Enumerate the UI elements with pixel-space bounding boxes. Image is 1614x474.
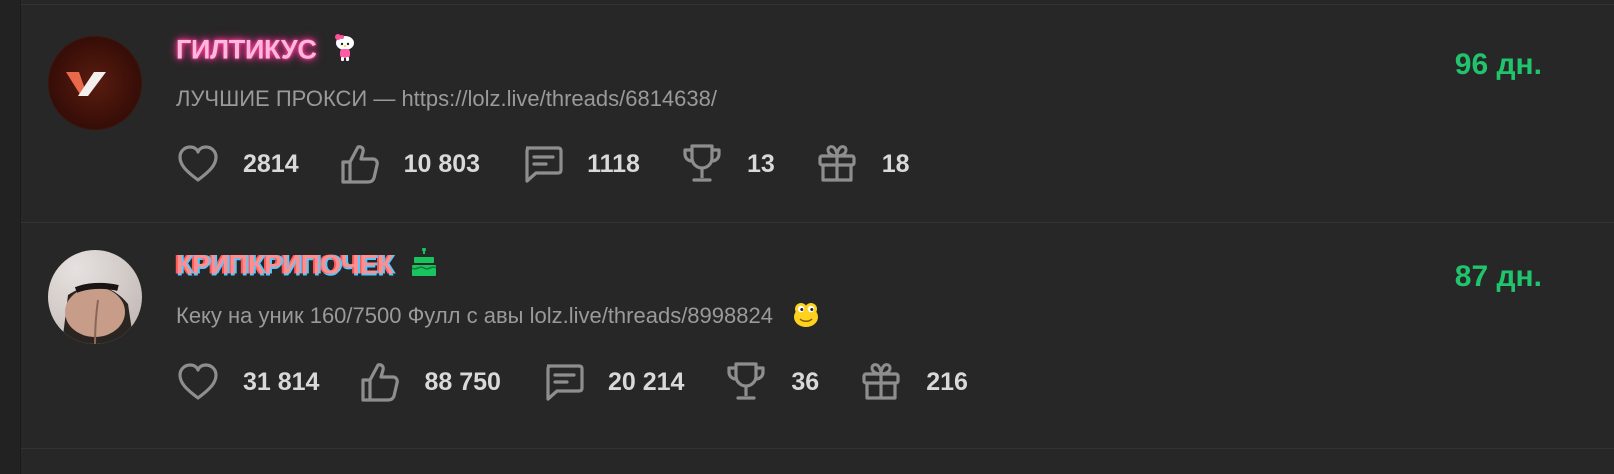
cake-icon [411, 247, 437, 285]
avatar-logo [66, 72, 106, 96]
list-item[interactable]: КРИПКРИПОЧЕК Кеку на уник 160/7500 Фулл … [21, 226, 1614, 448]
days-count: 87 дн. [1454, 260, 1542, 293]
stats-bar: 2814 10 803 1118 13 18 [176, 139, 950, 189]
stat-gifts[interactable]: 18 [815, 142, 910, 186]
thumbs-count: 88 750 [424, 367, 501, 396]
stat-messages[interactable]: 1118 [520, 142, 640, 186]
trophies-count: 13 [746, 149, 775, 178]
likes-count: 2814 [243, 149, 299, 178]
hello-kitty-icon [334, 34, 356, 69]
gift-icon [862, 363, 900, 400]
stat-likes[interactable]: 31 814 [176, 362, 319, 402]
username[interactable]: ГИЛТИКУС [176, 34, 356, 69]
member-list: ГИЛТИКУС ЛУЧШИЕ ПРОКСИ — https://lolz.li… [20, 0, 1614, 474]
trophies-count: 36 [791, 367, 820, 396]
avatar-photo [62, 282, 134, 344]
gifts-count: 18 [881, 149, 910, 178]
gifts-count: 216 [926, 367, 968, 396]
messages-count: 1118 [587, 149, 640, 178]
avatar[interactable] [48, 36, 142, 130]
members-page: ГИЛТИКУС ЛУЧШИЕ ПРОКСИ — https://lolz.li… [0, 0, 1614, 474]
divider [21, 448, 1614, 449]
stat-trophies[interactable]: 13 [680, 142, 775, 186]
message-icon [525, 146, 563, 183]
gift-icon [818, 145, 856, 182]
stats-bar: 31 814 88 750 20 214 36 216 [176, 357, 1008, 407]
days-count: 96 дн. [1454, 48, 1542, 81]
heart-icon [178, 145, 218, 182]
thumbs-count: 10 803 [403, 149, 481, 178]
stat-thumbs[interactable]: 10 803 [339, 142, 480, 186]
stat-trophies[interactable]: 36 [724, 360, 819, 404]
divider [21, 222, 1614, 223]
trophy-icon [727, 362, 766, 400]
yellow-blob-emoji [791, 299, 821, 335]
likes-count: 31 814 [243, 367, 320, 396]
status-text: ЛУЧШИЕ ПРОКСИ — https://lolz.live/thread… [176, 86, 717, 111]
thumbs-up-icon [341, 145, 379, 184]
avatar[interactable] [48, 250, 142, 344]
trophy-icon [683, 144, 721, 182]
status-text: Кеку на уник 160/7500 Фулл с авы lolz.li… [176, 299, 821, 335]
list-item[interactable]: ГИЛТИКУС ЛУЧШИЕ ПРОКСИ — https://lolz.li… [21, 4, 1614, 226]
thumbs-up-icon [361, 363, 400, 402]
username[interactable]: КРИПКРИПОЧЕК [176, 247, 437, 285]
username-text: КРИПКРИПОЧЕК [176, 249, 394, 280]
message-icon [546, 364, 584, 401]
stat-messages[interactable]: 20 214 [541, 360, 684, 404]
heart-icon [178, 363, 218, 400]
stat-thumbs[interactable]: 88 750 [359, 360, 501, 404]
messages-count: 20 214 [607, 367, 685, 396]
stat-likes[interactable]: 2814 [176, 144, 299, 184]
status-message: Кеку на уник 160/7500 Фулл с авы lolz.li… [176, 302, 773, 328]
stat-gifts[interactable]: 216 [859, 360, 968, 404]
username-text: ГИЛТИКУС [176, 34, 317, 65]
